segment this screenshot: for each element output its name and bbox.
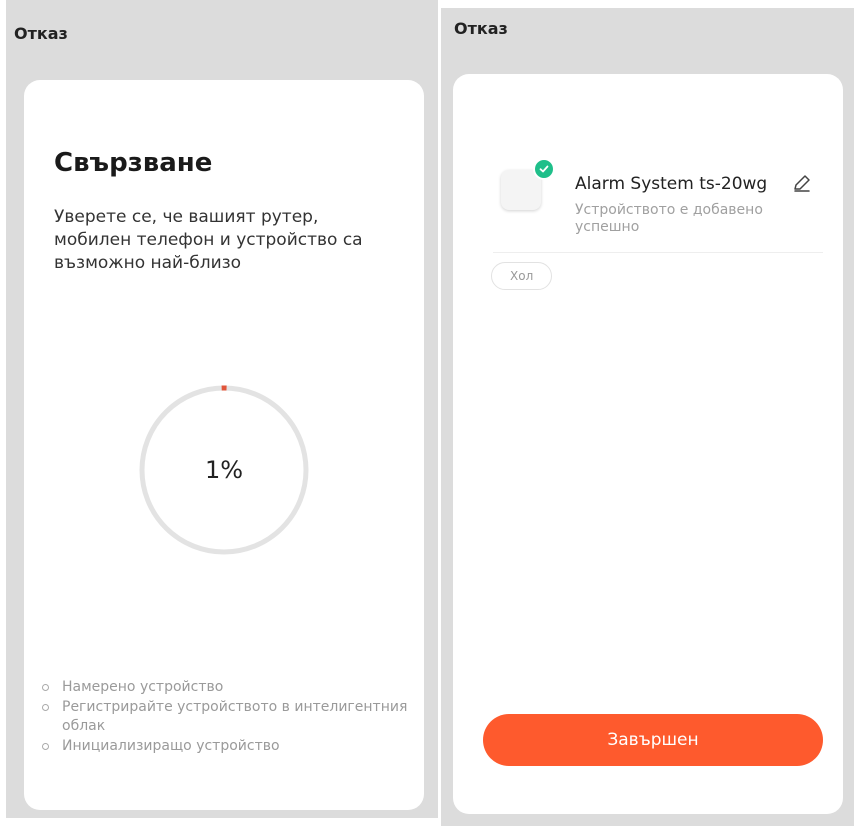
- device-added-card: Alarm System ts-20wg Устройството е доба…: [453, 74, 843, 814]
- cancel-button[interactable]: Отказ: [14, 24, 68, 43]
- edit-pencil-icon[interactable]: [791, 172, 813, 194]
- check-circle-icon: [533, 158, 555, 180]
- progress-ring: 1%: [138, 384, 310, 556]
- connection-instructions: Уверете се, че вашият рутер, мобилен тел…: [54, 207, 363, 273]
- circle-bullet-icon: [42, 743, 49, 750]
- circle-bullet-icon: [42, 684, 49, 691]
- step-item: Намерено устройство: [42, 678, 432, 697]
- device-row: Alarm System ts-20wg Устройството е доба…: [493, 158, 823, 253]
- room-chip[interactable]: Хол: [491, 262, 553, 290]
- step-label: Намерено устройство: [62, 679, 224, 695]
- cancel-button[interactable]: Отказ: [454, 19, 508, 38]
- device-status: Устройството е добавено успешно: [575, 202, 763, 235]
- finish-button[interactable]: Завършен: [483, 714, 823, 766]
- circle-bullet-icon: [42, 704, 49, 711]
- connection-steps-list: Намерено устройство Регистрирайте устрой…: [42, 678, 432, 757]
- connecting-card: Свързване Уверете се, че вашият рутер, м…: [24, 80, 424, 810]
- device-name: Alarm System ts-20wg: [575, 174, 768, 194]
- step-label: Регистрирайте устройството в интелигентн…: [62, 699, 408, 734]
- step-item: Инициализиращо устройство: [42, 737, 432, 756]
- progress-percent: 1%: [204, 456, 244, 484]
- step-label: Инициализиращо устройство: [62, 738, 280, 754]
- device-added-screen: Отказ Alarm System ts-20wg Устройството …: [441, 8, 854, 826]
- connecting-screen: Отказ Свързване Уверете се, че вашият ру…: [6, 0, 438, 818]
- page-title: Свързване: [54, 148, 213, 178]
- step-item: Регистрирайте устройството в интелигентн…: [42, 698, 432, 736]
